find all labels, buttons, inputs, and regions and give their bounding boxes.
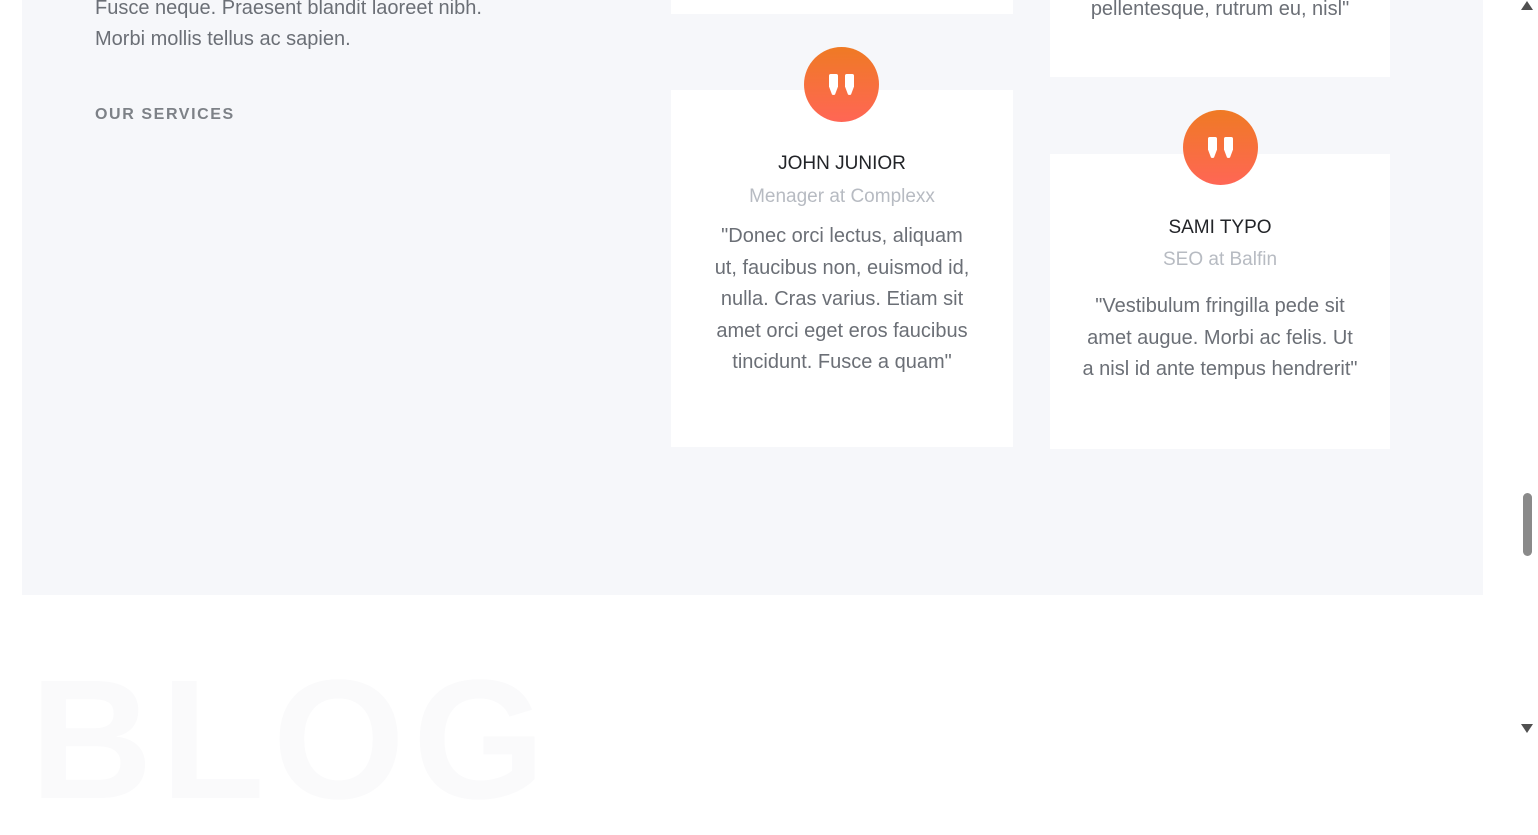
quote-badge [1183, 110, 1258, 185]
scrollbar-thumb[interactable] [1523, 493, 1532, 556]
arrow-down-icon[interactable] [1521, 724, 1533, 733]
blog-background-heading: BLOG [30, 645, 554, 835]
double-quote-icon [1208, 137, 1233, 158]
arrow-up-icon[interactable] [1521, 1, 1533, 10]
testimonial-quote: "Vestibulum fringilla pede sit amet augu… [1082, 295, 1358, 380]
testimonial-card-sami-typo: SAMI TYPO SEO at Balfin "Vestibulum frin… [1050, 154, 1390, 449]
testimonial-quote: pellentesque, rutrum eu, nisl" [1090, 0, 1350, 20]
testimonial-quote: "Donec orci lectus, aliquam ut, faucibus… [714, 225, 970, 373]
our-services-heading: OUR SERVICES [95, 106, 235, 123]
vertical-scrollbar[interactable] [1516, 0, 1538, 741]
testimonial-role: Menager at Complexx [749, 186, 935, 207]
testimonial-card-partial: pellentesque, rutrum eu, nisl" [1050, 0, 1390, 77]
intro-paragraph: Fusce neque. Praesent blandit laoreet ni… [95, 0, 482, 50]
testimonial-name: JOHN JUNIOR [778, 153, 906, 174]
testimonial-name: SAMI TYPO [1168, 217, 1272, 238]
quote-badge [804, 47, 879, 122]
testimonial-role: SEO at Balfin [1162, 249, 1278, 270]
testimonial-card-john-junior: JOHN JUNIOR Menager at Complexx "Donec o… [671, 90, 1013, 447]
double-quote-icon [829, 74, 854, 95]
testimonial-card-partial [671, 0, 1013, 14]
